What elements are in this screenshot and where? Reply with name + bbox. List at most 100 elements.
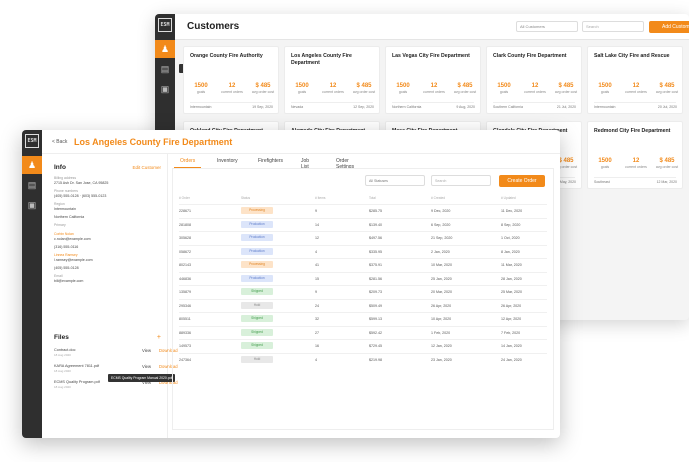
file-name: KARA Agreement 7811.pdf <box>54 364 100 368</box>
customer-region: Southern California <box>493 105 523 109</box>
table-row[interactable]: 295346 Hold 24 $509.49 26 Apr, 2020 26 Apr, 2… <box>179 298 547 312</box>
stat-orders: 12current orders <box>621 83 651 94</box>
customer-card[interactable]: Clark County Fire Department 1500 goals 12 c… <box>486 46 582 114</box>
table-row[interactable]: 281808 Production 14 $139.40 6 Sep, 2020 8 Se… <box>179 217 547 231</box>
stat-label: current orders <box>625 90 647 94</box>
tab-job-list[interactable]: Job List <box>301 156 309 170</box>
customer-region: Intermountain <box>594 105 616 109</box>
order-search-input[interactable]: Search <box>431 175 491 186</box>
table-row[interactable]: 446836 Production 15 $281.56 25 Jan, 2020 28 … <box>179 271 547 285</box>
stat-label: avg order cost <box>453 90 477 94</box>
add-file-button[interactable]: + <box>157 334 161 341</box>
item-count: 4 <box>315 249 317 254</box>
table-row[interactable]: 228671 Processing 9 $285.75 9 Dec, 2020 11 De… <box>179 204 547 217</box>
stat-goals: 1500goals <box>590 158 620 169</box>
detail-header: < Back Los Angeles County Fire Departmen… <box>42 130 560 154</box>
order-id: 058672 <box>179 249 191 254</box>
customers-header: Customers All Customers Search Add Custo… <box>175 14 689 40</box>
orders-icon[interactable]: ▤ <box>155 60 175 78</box>
customer-date: 19 Sep, 2020 <box>252 105 273 109</box>
table-row[interactable]: 805511 Shipped 32 $599.13 10 Apr, 2020 12 Apr… <box>179 312 547 325</box>
stat-label: goals <box>297 90 307 94</box>
stat-value: 1500 <box>194 83 208 89</box>
file-date: 18 Aug 2020 <box>54 385 71 389</box>
item-count: 16 <box>315 344 319 348</box>
table-row[interactable]: 802143 Processing 41 $375.91 10 Mar, 2020 11 … <box>179 258 547 271</box>
created-date: 6 Sep, 2020 <box>431 222 451 227</box>
stat-value: 1500 <box>295 83 309 89</box>
order-total: $497.56 <box>369 236 382 240</box>
order-id: 446836 <box>179 276 191 281</box>
briefcase-icon[interactable]: ▣ <box>22 196 42 214</box>
order-total: $219.98 <box>369 357 382 362</box>
page-title: Customers <box>187 21 240 32</box>
stat-value: 1500 <box>598 83 612 89</box>
stat-orders: 12current orders <box>318 83 348 94</box>
customers-icon[interactable]: ♟ <box>155 40 175 58</box>
stat-goals: 1500goals <box>388 83 418 94</box>
create-order-button[interactable]: Create Order <box>499 175 545 187</box>
updated-date: 7 Feb, 2020 <box>501 330 521 335</box>
order-id: 281808 <box>179 222 191 227</box>
customer-card[interactable]: Las Vegas City Fire Department 1500 goals 1… <box>385 46 481 114</box>
orders-icon[interactable]: ▤ <box>22 176 42 194</box>
app-logo[interactable]: ESM <box>25 134 39 148</box>
stat-label: current orders <box>322 90 344 94</box>
table-row[interactable]: 058672 Production 4 $335.95 2 Jan, 2020 8 Jan… <box>179 244 547 258</box>
edit-customer-link[interactable]: Edit Customer <box>132 165 161 170</box>
table-row[interactable]: 247364 Hold 4 $219.98 23 Jan, 2020 24 Jan, 20… <box>179 352 547 366</box>
item-count: 32 <box>315 317 319 321</box>
column-header: # Created <box>431 196 445 200</box>
customer-card[interactable]: Redmond City Fire Department 1500 goals 12 c… <box>587 121 683 189</box>
customer-name: Orange County Fire Authority <box>190 53 263 59</box>
order-id: 305628 <box>179 236 191 240</box>
updated-date: 1 Oct, 2020 <box>501 236 520 240</box>
customer-card[interactable]: Los Angeles County Fire Department 1500 go… <box>284 46 380 114</box>
stat-label: avg order cost <box>655 165 679 169</box>
status-badge: Production <box>241 220 273 228</box>
sidebar: ESM ♟ ▤ ▣ <box>22 130 42 438</box>
item-count: 15 <box>315 276 319 281</box>
table-row[interactable]: 889336 Shipped 27 $592.42 1 Feb, 2020 7 Feb, … <box>179 325 547 339</box>
customer-search-input[interactable]: Search <box>582 21 644 32</box>
field-label[interactable]: Corbin Nolan <box>54 232 74 236</box>
briefcase-icon[interactable]: ▣ <box>155 80 175 98</box>
view-link[interactable]: View <box>142 364 151 369</box>
stat-label: current orders <box>524 90 546 94</box>
tab-firefighters[interactable]: Firefighters <box>258 156 283 168</box>
table-row[interactable]: 305628 Production 12 $497.56 21 Sep, 2020 1 O… <box>179 231 547 244</box>
orders-panel: All Statuses Search Create Order # Order… <box>172 168 554 430</box>
orders-table-header: # Order Status # Items Total # Created # Upda… <box>179 196 547 204</box>
view-link[interactable]: View <box>142 348 151 353</box>
stat-value: $ 485 <box>255 83 271 89</box>
customer-name: Las Vegas City Fire Department <box>392 53 470 59</box>
customer-card[interactable]: Salt Lake City Fire and Rescue 1500 goals 1… <box>587 46 683 114</box>
tab-order-settings[interactable]: Order Settings <box>336 156 354 170</box>
item-count: 24 <box>315 303 319 308</box>
created-date: 12 Jan, 2020 <box>431 344 452 348</box>
field-value: (405) 555-0128 · (603) 555-0123 <box>54 194 107 198</box>
stat-avg: $ 485 avg order cost <box>652 83 682 94</box>
file-date: 18 Aug 2020 <box>54 353 71 357</box>
order-id: 149573 <box>179 344 191 348</box>
customer-date: 21 Jul, 2020 <box>556 105 576 109</box>
field-label[interactable]: Linnea Ramsey <box>54 253 78 257</box>
column-header: Total <box>369 196 376 200</box>
card-divider <box>291 102 373 103</box>
add-customer-button[interactable]: Add Customer <box>649 21 689 33</box>
status-badge: Hold <box>241 355 273 363</box>
stat-value: 12 <box>632 83 640 89</box>
order-total: $509.49 <box>369 303 382 308</box>
tab-inventory[interactable]: Inventory <box>217 156 238 168</box>
customer-card[interactable]: Orange County Fire Authority 1500 goals 12 c… <box>183 46 279 114</box>
app-logo[interactable]: ESM <box>158 18 172 32</box>
field-value: (316) 555-0116 <box>54 245 79 249</box>
table-row[interactable]: 135879 Shipped 9 $209.73 20 Mar, 2020 25 Mar,… <box>179 285 547 298</box>
customers-icon[interactable]: ♟ <box>22 156 42 174</box>
tab-orders[interactable]: Orders <box>174 156 202 168</box>
stat-label: current orders <box>625 165 647 169</box>
customer-filter-select[interactable]: All Customers <box>516 21 578 32</box>
status-filter-select[interactable]: All Statuses <box>365 175 425 186</box>
back-link[interactable]: < Back <box>52 139 67 145</box>
table-row[interactable]: 149573 Shipped 16 $729.45 12 Jan, 2020 14 Jan… <box>179 339 547 352</box>
